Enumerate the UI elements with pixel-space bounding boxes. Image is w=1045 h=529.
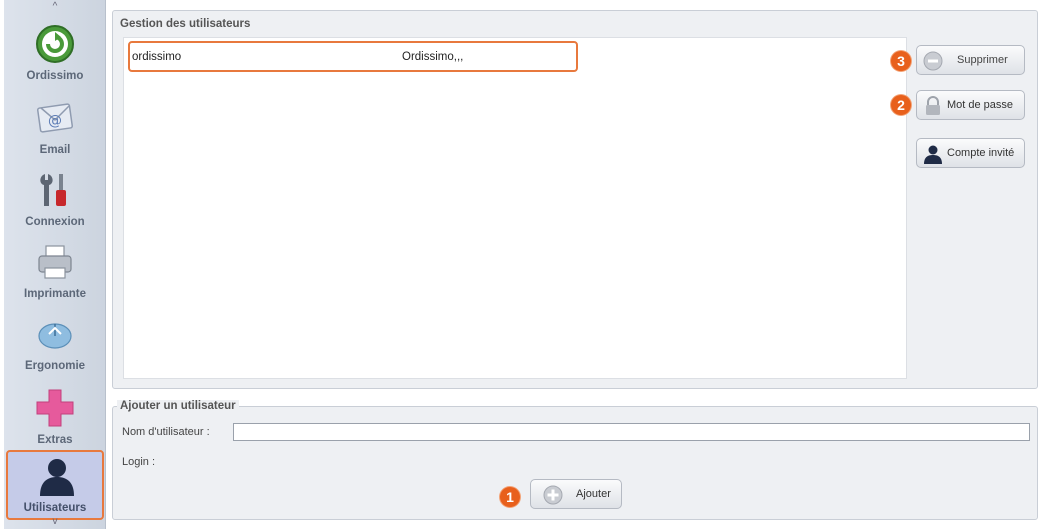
sidebar-item-label: Ordissimo [26, 70, 84, 82]
printer-icon [38, 245, 72, 279]
login-label: Login : [122, 456, 156, 468]
plus-circle-icon [543, 485, 563, 505]
users-list[interactable]: ordissimo Ordissimo,,, [123, 37, 907, 379]
step-3-badge: 3 [891, 51, 911, 71]
user-icon [40, 459, 74, 496]
username-input[interactable] [233, 423, 1030, 441]
ordissimo-logo-icon [36, 25, 74, 63]
scroll-up-icon[interactable]: ^ [4, 0, 106, 14]
lock-icon [926, 96, 940, 115]
svg-text:@: @ [48, 113, 62, 129]
user-fullname: Ordissimo,,, [402, 51, 464, 63]
sidebar-item-label: Utilisateurs [23, 502, 87, 514]
plus-icon [36, 389, 74, 427]
sidebar-item-label: Extras [37, 434, 73, 446]
step-1-badge: 1 [500, 487, 520, 507]
sidebar-item-label: Ergonomie [24, 360, 86, 372]
delete-button-label: Supprimer [957, 54, 1008, 66]
add-button-label: Ajouter [576, 488, 611, 500]
sidebar-item-extras[interactable]: Extras [6, 382, 104, 450]
panel-title: Ajouter un utilisateur [117, 400, 239, 412]
list-item[interactable]: ordissimo Ordissimo,,, [128, 41, 578, 72]
guest-button-label: Compte invité [947, 147, 1015, 159]
add-user-panel: Ajouter un utilisateur Nom d'utilisateur… [112, 400, 1038, 520]
minus-circle-icon [923, 51, 943, 71]
sidebar-item-ergonomie[interactable]: Ergonomie [6, 308, 104, 376]
username-label: Nom d'utilisateur : [122, 426, 210, 438]
wrench-screwdriver-icon [40, 174, 66, 206]
sidebar-item-email[interactable]: @ Email [6, 92, 104, 160]
sidebar-item-ordissimo[interactable]: Ordissimo [6, 18, 104, 86]
password-button[interactable]: Mot de passe [916, 90, 1025, 120]
sidebar-item-label: Connexion [25, 216, 85, 228]
scroll-down-icon[interactable]: v [4, 515, 106, 529]
password-button-label: Mot de passe [947, 99, 1014, 111]
user-login: ordissimo [132, 51, 182, 63]
step-2-badge: 2 [891, 95, 911, 115]
sidebar: ^ Ordissimo @ Email Connexion Imprimante… [4, 0, 106, 529]
sidebar-item-imprimante[interactable]: Imprimante [6, 236, 104, 304]
mouse-icon [38, 323, 72, 349]
sidebar-item-label: Imprimante [24, 288, 86, 300]
sidebar-item-label: Email [39, 144, 71, 156]
envelope-icon: @ [36, 103, 74, 133]
sidebar-item-utilisateurs[interactable]: Utilisateurs [6, 450, 104, 520]
delete-user-button[interactable]: Supprimer [916, 45, 1025, 75]
user-icon [924, 145, 942, 164]
sidebar-item-connexion[interactable]: Connexion [6, 164, 104, 232]
panel-title: Gestion des utilisateurs [120, 18, 251, 30]
add-user-button[interactable]: Ajouter [530, 479, 622, 509]
guest-account-button[interactable]: Compte invité [916, 138, 1025, 168]
